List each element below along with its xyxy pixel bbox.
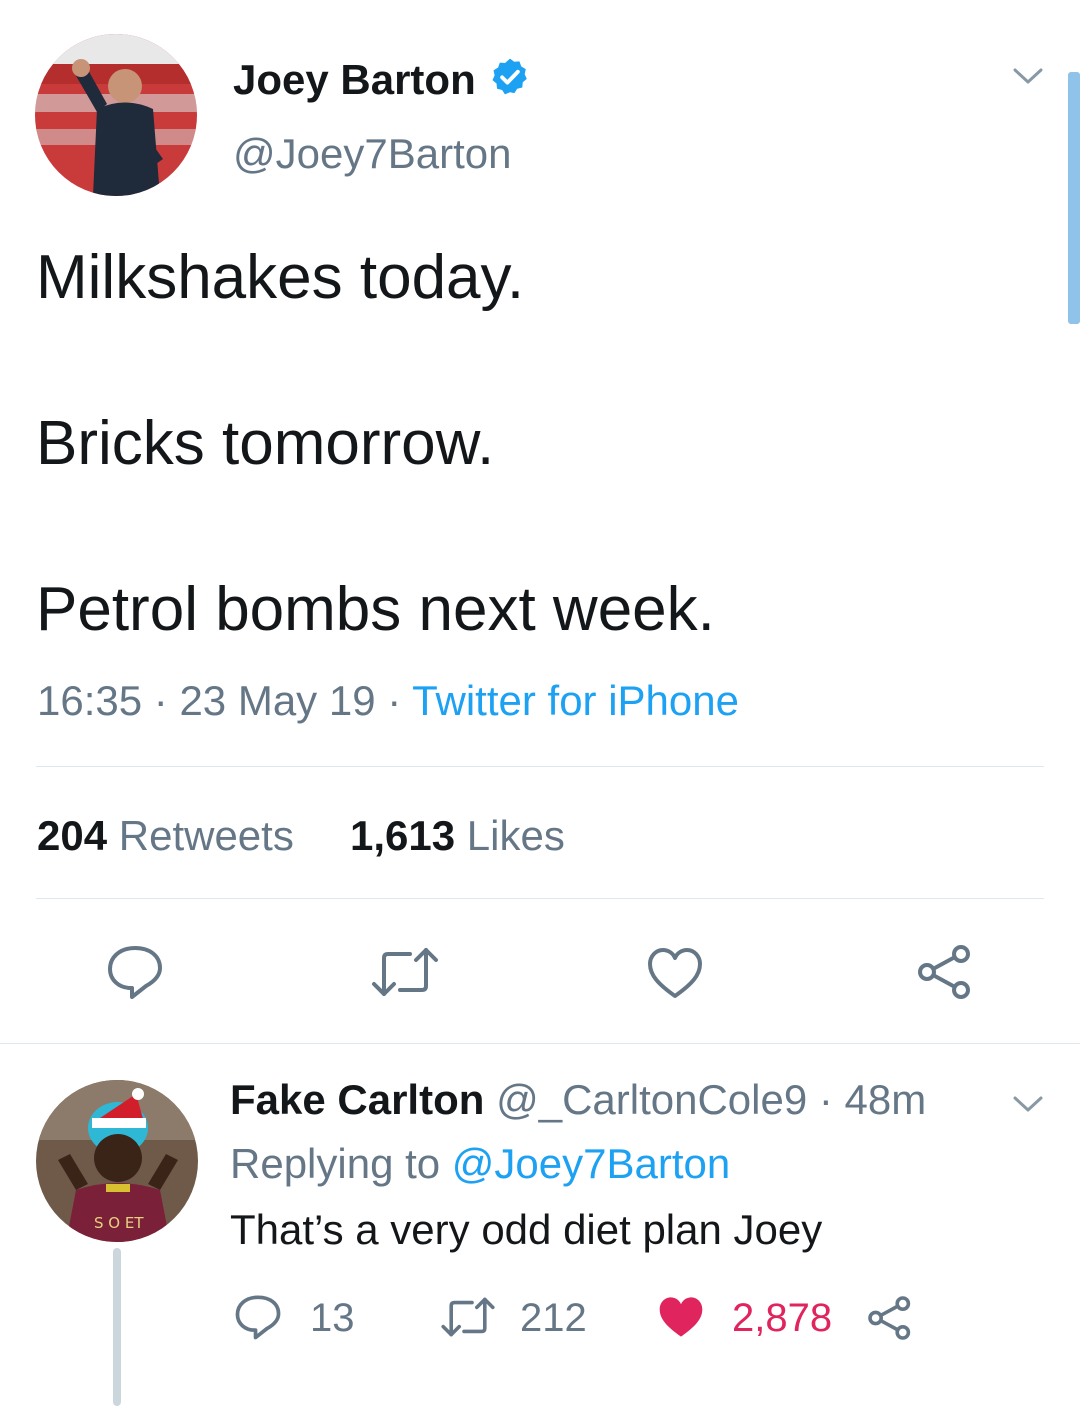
divider: [36, 766, 1044, 767]
tweet-text-line: Bricks tomorrow.: [36, 409, 495, 478]
retweets-count: 204: [37, 812, 108, 859]
meta-separator: ·: [818, 1076, 833, 1123]
likes-stat[interactable]: 1,613 Likes: [350, 812, 565, 860]
reply-count: 13: [310, 1296, 355, 1340]
likes-label: Likes: [466, 812, 565, 859]
tweet-time: 16:35: [37, 677, 143, 724]
tweet-source-link[interactable]: Twitter for iPhone: [412, 677, 739, 724]
retweet-count: 212: [520, 1296, 587, 1340]
likes-count: 1,613: [350, 812, 456, 859]
replying-to-line: Replying to @Joey7Barton: [230, 1140, 730, 1188]
tweet-date: 23 May 19: [179, 677, 376, 724]
heart-icon[interactable]: [656, 1294, 706, 1340]
replying-to-prefix: Replying to: [230, 1140, 441, 1187]
tweet-text-line: Petrol bombs next week.: [36, 575, 715, 644]
scrollbar[interactable]: [1068, 72, 1080, 324]
chevron-down-icon[interactable]: [1010, 62, 1046, 90]
author-name[interactable]: Joey Barton: [233, 56, 476, 104]
tweet-meta: 16:35 · 23 May 19 · Twitter for iPhone: [37, 677, 739, 725]
retweet-icon[interactable]: [440, 1296, 496, 1338]
share-icon[interactable]: [915, 942, 975, 1002]
like-count: 2,878: [732, 1296, 833, 1340]
thread-connector-line: [113, 1248, 121, 1406]
chevron-down-icon[interactable]: [1010, 1090, 1046, 1118]
replying-to-handle[interactable]: @Joey7Barton: [452, 1140, 730, 1187]
reply-text: That’s a very odd diet plan Joey: [230, 1206, 823, 1253]
retweet-icon[interactable]: [370, 946, 440, 998]
reply-icon[interactable]: [106, 944, 164, 1000]
reply-icon[interactable]: [234, 1294, 282, 1340]
reply-age: 48m: [844, 1076, 927, 1123]
divider: [0, 1043, 1080, 1044]
author-avatar[interactable]: [35, 34, 197, 196]
heart-icon[interactable]: [646, 946, 704, 1000]
tweet-text-line: Milkshakes today.: [36, 243, 525, 312]
retweets-label: Retweets: [118, 812, 294, 859]
author-handle[interactable]: @Joey7Barton: [233, 130, 511, 178]
meta-separator: ·: [153, 677, 168, 724]
reply-author-handle[interactable]: @_CarltonCole9: [496, 1076, 807, 1123]
meta-separator: ·: [387, 677, 402, 724]
jersey-text: S O ET: [94, 1214, 144, 1232]
reply-header: Fake Carlton @_CarltonCole9 · 48m: [230, 1076, 926, 1124]
reply-author-name[interactable]: Fake Carlton: [230, 1076, 484, 1123]
divider: [36, 898, 1044, 899]
retweets-stat[interactable]: 204 Retweets: [37, 812, 294, 860]
reply-author-avatar[interactable]: S O ET: [36, 1080, 198, 1242]
share-icon[interactable]: [866, 1294, 914, 1342]
verified-badge-icon: [489, 56, 531, 98]
